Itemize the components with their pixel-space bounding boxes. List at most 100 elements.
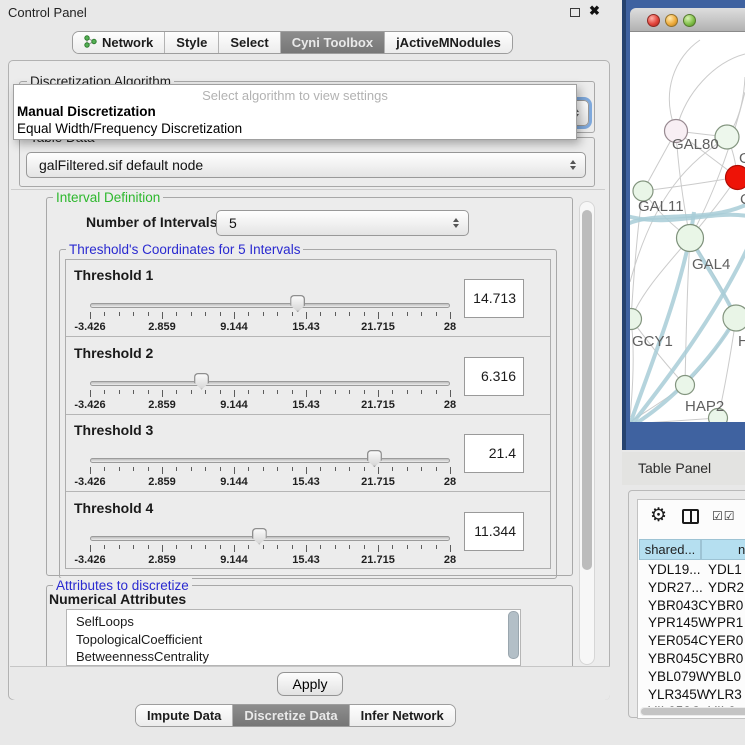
threshold-panel: Threshold 4-3.4262.8599.14415.4321.71528… bbox=[66, 493, 550, 570]
settings-scrollbar-thumb[interactable] bbox=[582, 210, 592, 570]
table-row[interactable]: YDR27...YDR2 bbox=[639, 580, 745, 598]
settings-scrollbar-track[interactable] bbox=[579, 201, 595, 665]
tab-label: Select bbox=[230, 35, 268, 50]
tab-select[interactable]: Select bbox=[218, 32, 279, 53]
table-hscrollbar-thumb[interactable] bbox=[641, 708, 745, 715]
attribute-item[interactable]: TopologicalCoefficient bbox=[67, 631, 520, 649]
table-hscrollbar-track[interactable] bbox=[640, 707, 745, 716]
network-node[interactable] bbox=[726, 166, 745, 190]
network-canvas[interactable]: GAL80GCGAL11GAL4GCY1HHAP2 bbox=[630, 32, 745, 422]
tick-mark bbox=[148, 390, 149, 394]
network-graph: GAL80GCGAL11GAL4GCY1HHAP2 bbox=[630, 32, 745, 422]
table-row[interactable]: YLR345WYLR3 bbox=[639, 687, 745, 705]
numerical-attributes-list[interactable]: SelfLoopsTopologicalCoefficientBetweenne… bbox=[66, 609, 521, 666]
tick-mark bbox=[119, 390, 120, 394]
tick-mark bbox=[320, 390, 321, 394]
threshold-slider-track[interactable] bbox=[90, 381, 450, 386]
network-node[interactable] bbox=[677, 225, 704, 252]
tick-mark bbox=[364, 390, 365, 394]
table-row[interactable]: YBR043CYBR0 bbox=[639, 598, 745, 616]
network-node-label: GAL80 bbox=[672, 136, 719, 153]
tab-infer-network[interactable]: Infer Network bbox=[349, 705, 455, 726]
tick-mark bbox=[421, 390, 422, 394]
threshold-slider-thumb[interactable] bbox=[194, 373, 209, 390]
network-edge bbox=[669, 40, 700, 131]
table-cell: YBR045C bbox=[648, 651, 708, 666]
network-node[interactable] bbox=[630, 309, 642, 330]
threshold-value-box[interactable]: 6.316 bbox=[464, 357, 524, 396]
tab-network[interactable]: Network bbox=[73, 32, 164, 53]
columns-icon[interactable] bbox=[682, 509, 699, 524]
thresholds-container: Threshold 1-3.4262.8599.14415.4321.71528… bbox=[65, 259, 551, 569]
thresholds-group-label: Threshold's Coordinates for 5 Intervals bbox=[66, 242, 303, 257]
table-panel: ⚙ ☑☑ shared... na YDL19...YDL1YDR27...YD… bbox=[628, 490, 745, 718]
algorithm-option[interactable]: Manual Discretization bbox=[17, 104, 156, 119]
combo-arrows-icon bbox=[453, 218, 459, 228]
table-column-header[interactable]: na bbox=[701, 539, 745, 560]
tab-label: jActiveMNodules bbox=[396, 35, 501, 50]
table-cell: YER0 bbox=[708, 633, 743, 648]
network-node[interactable] bbox=[723, 305, 745, 331]
tick-mark bbox=[205, 312, 206, 316]
table-row[interactable]: YPR145WYPR1 bbox=[639, 615, 745, 633]
tick-mark bbox=[436, 312, 437, 316]
tick-mark bbox=[119, 312, 120, 316]
checkboxes-icon[interactable]: ☑☑ bbox=[712, 509, 736, 523]
threshold-slider-track[interactable] bbox=[90, 536, 450, 541]
tick-mark bbox=[306, 390, 307, 397]
threshold-value-box[interactable]: 14.713 bbox=[464, 279, 524, 318]
tick-label: 15.43 bbox=[292, 399, 320, 411]
threshold-slider-thumb[interactable] bbox=[367, 450, 382, 467]
tick-label: 15.43 bbox=[292, 476, 320, 488]
threshold-slider-thumb[interactable] bbox=[252, 528, 267, 545]
number-of-intervals-combobox[interactable]: 5 bbox=[216, 210, 469, 236]
tick-mark bbox=[349, 390, 350, 394]
float-window-icon[interactable] bbox=[570, 8, 580, 17]
attribute-item[interactable]: BetweennessCentrality bbox=[67, 648, 520, 666]
threshold-value-box[interactable]: 21.4 bbox=[464, 434, 524, 473]
tick-mark bbox=[191, 467, 192, 471]
tick-mark bbox=[205, 390, 206, 394]
table-cell: YDL1 bbox=[708, 562, 742, 577]
tick-label: 9.144 bbox=[220, 321, 248, 333]
table-row[interactable]: YDL19...YDL1 bbox=[639, 562, 745, 580]
table-cell: YBR0 bbox=[708, 651, 743, 666]
threshold-slider-thumb[interactable] bbox=[290, 295, 305, 312]
table-cell: YBL0 bbox=[708, 669, 741, 684]
tick-mark bbox=[205, 545, 206, 549]
table-cell: YER054C bbox=[648, 633, 708, 648]
attribute-item[interactable]: SelfLoops bbox=[67, 613, 520, 631]
attributes-list-scrollbar[interactable] bbox=[508, 611, 519, 659]
tab-jactivemnodules[interactable]: jActiveMNodules bbox=[384, 32, 512, 53]
table-row[interactable]: YER054CYER0 bbox=[639, 633, 745, 651]
tick-label: 21.715 bbox=[361, 476, 395, 488]
table-column-header[interactable]: shared... bbox=[639, 539, 701, 560]
tick-mark bbox=[162, 545, 163, 552]
threshold-slider-track[interactable] bbox=[90, 303, 450, 308]
tick-mark bbox=[292, 545, 293, 549]
mac-zoom-icon[interactable] bbox=[683, 14, 696, 27]
algorithm-option[interactable]: Equal Width/Frequency Discretization bbox=[17, 121, 242, 136]
mac-minimize-icon[interactable] bbox=[665, 14, 678, 27]
tab-style[interactable]: Style bbox=[164, 32, 218, 53]
tick-mark bbox=[378, 467, 379, 474]
table-row[interactable]: YBL079WYBL0 bbox=[639, 669, 745, 687]
tick-mark bbox=[378, 312, 379, 319]
network-window-titlebar[interactable] bbox=[630, 8, 745, 32]
mac-close-icon[interactable] bbox=[647, 14, 660, 27]
tab-discretize-data[interactable]: Discretize Data bbox=[232, 705, 348, 726]
tick-mark bbox=[90, 467, 91, 474]
table-row[interactable]: YBR045CYBR0 bbox=[639, 651, 745, 669]
tick-label: 21.715 bbox=[361, 321, 395, 333]
table-data-combobox[interactable]: galFiltered.sif default node bbox=[26, 152, 586, 178]
tick-mark bbox=[277, 545, 278, 549]
tick-mark bbox=[335, 467, 336, 471]
tab-impute-data[interactable]: Impute Data bbox=[136, 705, 232, 726]
threshold-value-box[interactable]: 11.344 bbox=[464, 512, 524, 551]
close-icon[interactable]: ✖ bbox=[589, 3, 600, 19]
network-node[interactable] bbox=[676, 376, 695, 395]
threshold-slider-track[interactable] bbox=[90, 458, 450, 463]
gear-icon[interactable]: ⚙ bbox=[650, 504, 667, 527]
tab-cyni-toolbox[interactable]: Cyni Toolbox bbox=[280, 32, 384, 53]
apply-button[interactable]: Apply bbox=[277, 672, 343, 696]
